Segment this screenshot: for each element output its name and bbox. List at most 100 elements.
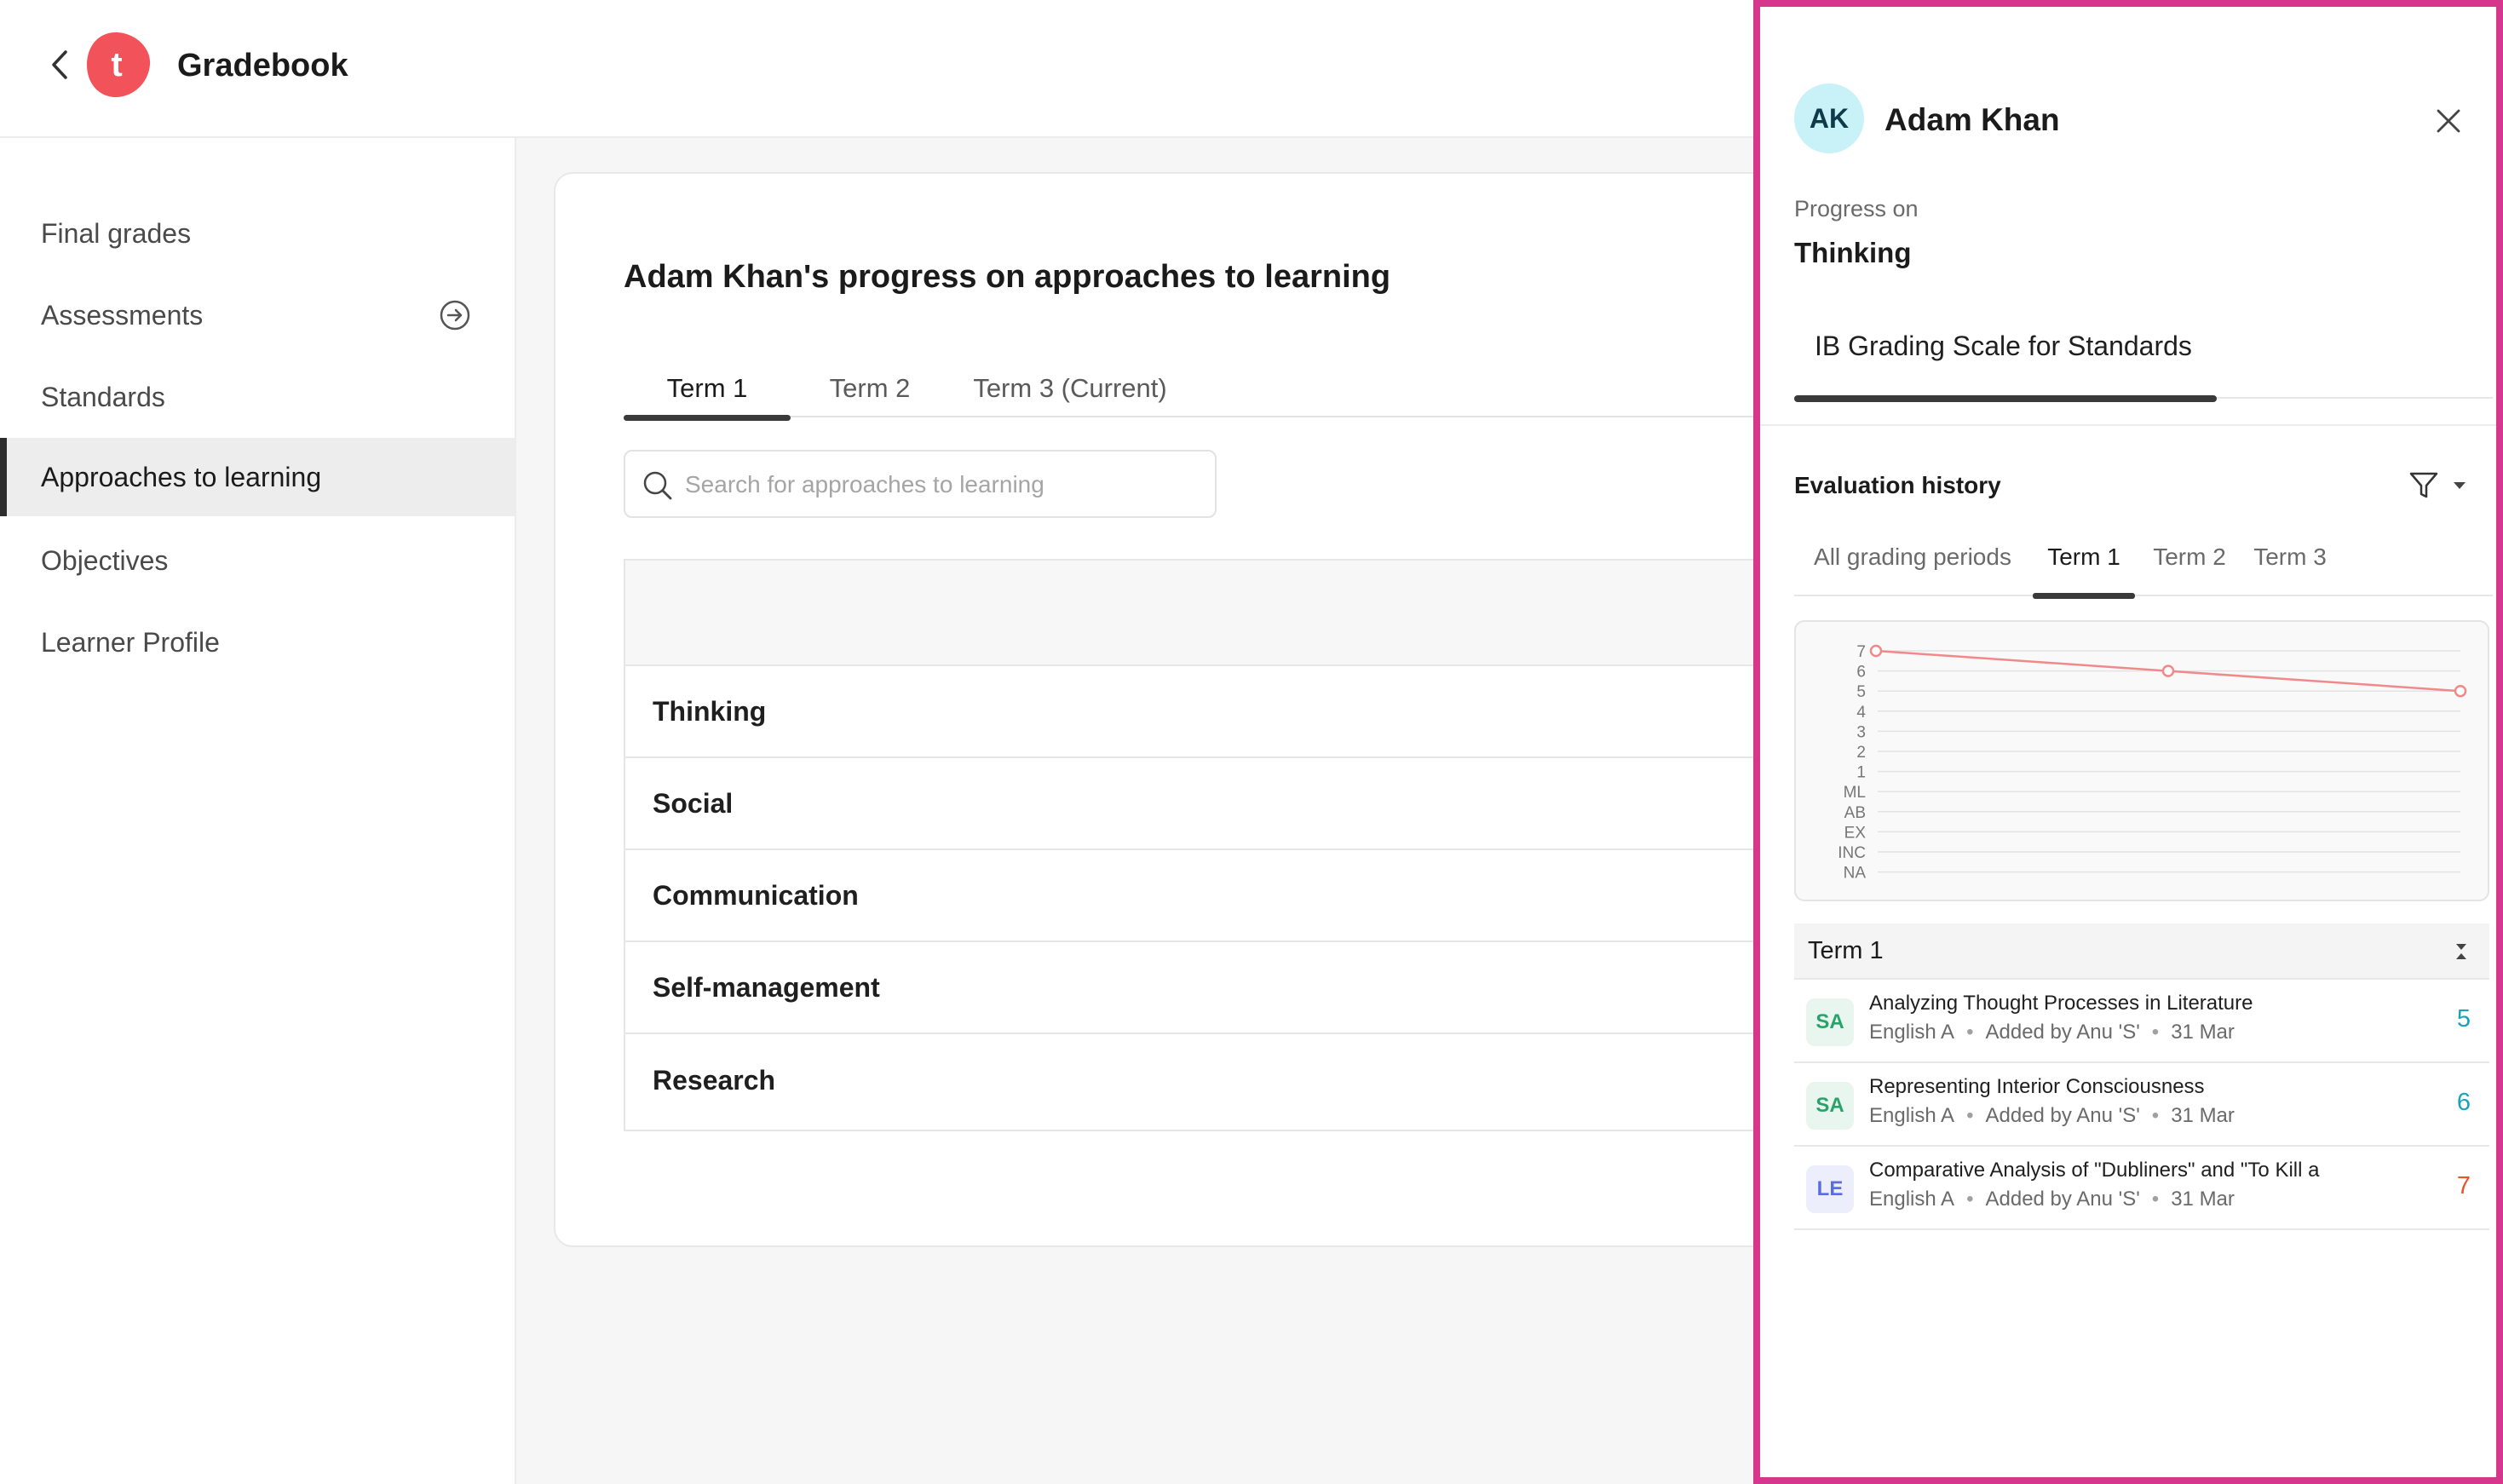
evaluation-item[interactable]: SA Analyzing Thought Processes in Litera…	[1794, 980, 2489, 1063]
sidebar: Final grades Assessments Standards Appro…	[0, 138, 516, 1484]
chart-y-tick-label: 4	[1856, 704, 1866, 722]
evaluation-date: 31 Mar	[2171, 1188, 2235, 1211]
evaluation-item[interactable]: SA Representing Interior Consciousness E…	[1794, 1063, 2489, 1147]
caret-down-icon	[2454, 482, 2466, 489]
divider	[1760, 424, 2496, 426]
chart-y-tick-label: 1	[1856, 764, 1866, 782]
evaluation-title: Comparative Analysis of "Dubliners" and …	[1869, 1159, 2320, 1182]
assessment-type-badge: SA	[1806, 1082, 1854, 1130]
close-icon[interactable]	[2431, 104, 2466, 138]
chart-y-tick-label: 2	[1856, 744, 1866, 762]
evaluation-score: 7	[2456, 1172, 2471, 1199]
approaches-table: Thinking Social Communication Self-manag…	[624, 559, 1833, 1131]
avatar: AK	[1794, 83, 1864, 153]
sidebar-item-standards[interactable]: Standards	[0, 358, 515, 436]
chart-svg: NAINCEXABML1234567	[1838, 643, 2467, 883]
tab-term-3-current[interactable]: Term 3 (Current)	[951, 370, 1189, 417]
evaluation-chart: NA INC EX AB ML 1 2 3 4 5 6 7	[1794, 620, 2489, 901]
separator-dot: •	[1966, 1188, 1974, 1211]
chart-y-tick-label: 3	[1856, 723, 1866, 741]
sidebar-item-label: Objectives	[41, 544, 169, 576]
evaluation-score: 6	[2456, 1089, 2471, 1116]
table-row[interactable]: Self-management	[625, 942, 1833, 1034]
table-header	[625, 561, 1833, 666]
evaluation-title: Representing Interior Consciousness	[1869, 1075, 2205, 1098]
table-row[interactable]: Research	[625, 1034, 1833, 1126]
logo-letter: t	[111, 46, 122, 83]
page-title: Adam Khan's progress on approaches to le…	[624, 259, 1391, 295]
search-icon	[643, 471, 672, 500]
evaluation-date: 31 Mar	[2171, 1021, 2235, 1044]
chart-y-tick-label: 5	[1856, 683, 1866, 701]
term-group-header[interactable]: Term 1	[1794, 923, 2489, 980]
search-box	[624, 450, 1217, 518]
term-tabs: Term 1 Term 2 Term 3 (Current)	[624, 370, 1833, 421]
sidebar-item-label: Assessments	[41, 299, 204, 331]
app-header: t Gradebook	[0, 0, 1755, 138]
chart-y-tick-label: EX	[1844, 824, 1867, 842]
progress-label: Progress on	[1794, 196, 1919, 221]
arrow-circle-right-icon[interactable]	[438, 298, 472, 332]
separator-dot: •	[2151, 1021, 2160, 1044]
table-row[interactable]: Social	[625, 758, 1833, 850]
progress-card: Adam Khan's progress on approaches to le…	[554, 172, 1833, 1247]
main-content: Adam Khan's progress on approaches to le…	[516, 138, 1833, 1484]
grading-period-tabs: All grading periods Term 1 Term 2 Term 3	[1794, 535, 2493, 599]
sidebar-item-label: Approaches to learning	[41, 461, 322, 492]
tab-all-grading-periods[interactable]: All grading periods	[1806, 544, 2019, 596]
assessment-type-badge: SA	[1806, 998, 1854, 1046]
chart-y-tick-label: 6	[1856, 664, 1866, 682]
assessment-type-badge: LE	[1806, 1165, 1854, 1213]
separator-dot: •	[1966, 1021, 1974, 1044]
evaluation-author: Added by Anu 'S'	[1985, 1104, 2140, 1127]
filter-button[interactable]	[2408, 467, 2493, 504]
sidebar-item-label: Final grades	[41, 217, 192, 249]
search-input[interactable]	[685, 463, 1196, 506]
chart-y-tick-label: NA	[1844, 865, 1867, 883]
chart-data-point[interactable]	[2454, 684, 2467, 698]
tab-term-2[interactable]: Term 2	[813, 370, 927, 417]
evaluation-item[interactable]: LE Comparative Analysis of "Dubliners" a…	[1794, 1147, 2489, 1230]
sidebar-item-approaches-to-learning[interactable]: Approaches to learning	[0, 438, 515, 516]
tab-period-term-2[interactable]: Term 2	[2147, 544, 2232, 596]
separator-dot: •	[1966, 1104, 1974, 1127]
table-row[interactable]: Communication	[625, 850, 1833, 942]
chart-y-tick-label: INC	[1838, 844, 1866, 862]
chart-y-tick-label: ML	[1844, 784, 1866, 802]
evaluation-subject: English A	[1869, 1104, 1955, 1127]
evaluation-subject: English A	[1869, 1021, 1955, 1044]
tab-term-1[interactable]: Term 1	[624, 370, 791, 421]
evaluation-meta: English A • Added by Anu 'S' • 31 Mar	[1869, 1104, 2235, 1128]
sidebar-item-final-grades[interactable]: Final grades	[0, 194, 515, 273]
chevron-left-icon	[52, 50, 67, 79]
evaluation-subject: English A	[1869, 1188, 1955, 1211]
sidebar-item-objectives[interactable]: Objectives	[0, 521, 515, 600]
sidebar-item-learner-profile[interactable]: Learner Profile	[0, 603, 515, 682]
sidebar-item-assessments[interactable]: Assessments	[0, 276, 515, 354]
tab-ib-grading-scale[interactable]: IB Grading Scale for Standards	[1794, 313, 2217, 402]
tab-period-term-3[interactable]: Term 3	[2247, 544, 2333, 596]
term-group-label: Term 1	[1808, 936, 1884, 964]
evaluation-author: Added by Anu 'S'	[1985, 1188, 2140, 1211]
collapse-icon[interactable]	[2450, 940, 2472, 963]
app-title: Gradebook	[177, 48, 348, 83]
table-row[interactable]: Thinking	[625, 666, 1833, 758]
evaluation-date: 31 Mar	[2171, 1104, 2235, 1127]
sidebar-item-label: Learner Profile	[41, 626, 220, 658]
app-logo[interactable]: t	[82, 29, 153, 101]
chart-data-point[interactable]	[2161, 664, 2175, 677]
sidebar-item-label: Standards	[41, 381, 165, 412]
separator-dot: •	[2151, 1104, 2160, 1127]
chart-data-point[interactable]	[1869, 644, 1883, 658]
chart-y-tick-label: 7	[1856, 643, 1866, 661]
student-detail-panel: AK Adam Khan Progress on Thinking IB Gra…	[1753, 0, 2503, 1484]
evaluation-score: 5	[2456, 1005, 2471, 1032]
evaluation-meta: English A • Added by Anu 'S' • 31 Mar	[1869, 1021, 2235, 1044]
evaluation-title: Analyzing Thought Processes in Literatur…	[1869, 992, 2253, 1015]
evaluation-history-title: Evaluation history	[1794, 472, 2001, 498]
filter-icon	[2409, 472, 2438, 498]
chart-y-tick-label: AB	[1844, 804, 1866, 822]
back-button[interactable]	[43, 46, 77, 83]
evaluation-meta: English A • Added by Anu 'S' • 31 Mar	[1869, 1188, 2235, 1211]
tab-period-term-1[interactable]: Term 1	[2033, 544, 2135, 599]
